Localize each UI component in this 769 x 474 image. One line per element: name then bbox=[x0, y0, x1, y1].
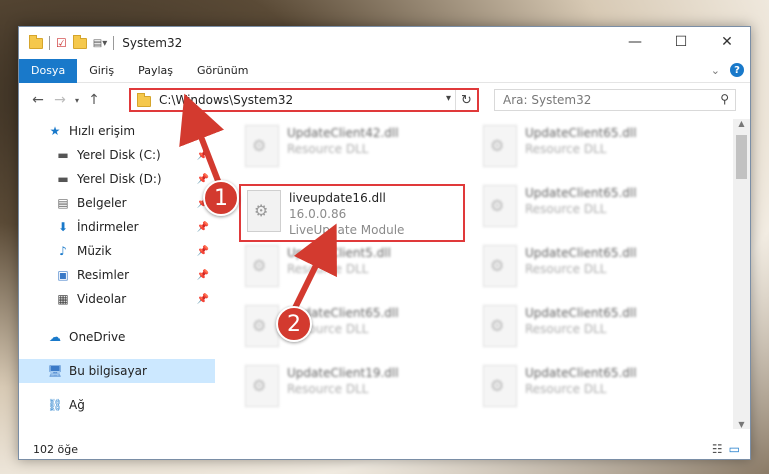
annotation-arrows bbox=[179, 93, 337, 312]
callout-badge: 2 bbox=[276, 306, 312, 342]
arrow-to-file bbox=[291, 223, 337, 312]
callout-badge: 1 bbox=[203, 180, 239, 216]
arrow-to-address-bar bbox=[179, 93, 225, 188]
